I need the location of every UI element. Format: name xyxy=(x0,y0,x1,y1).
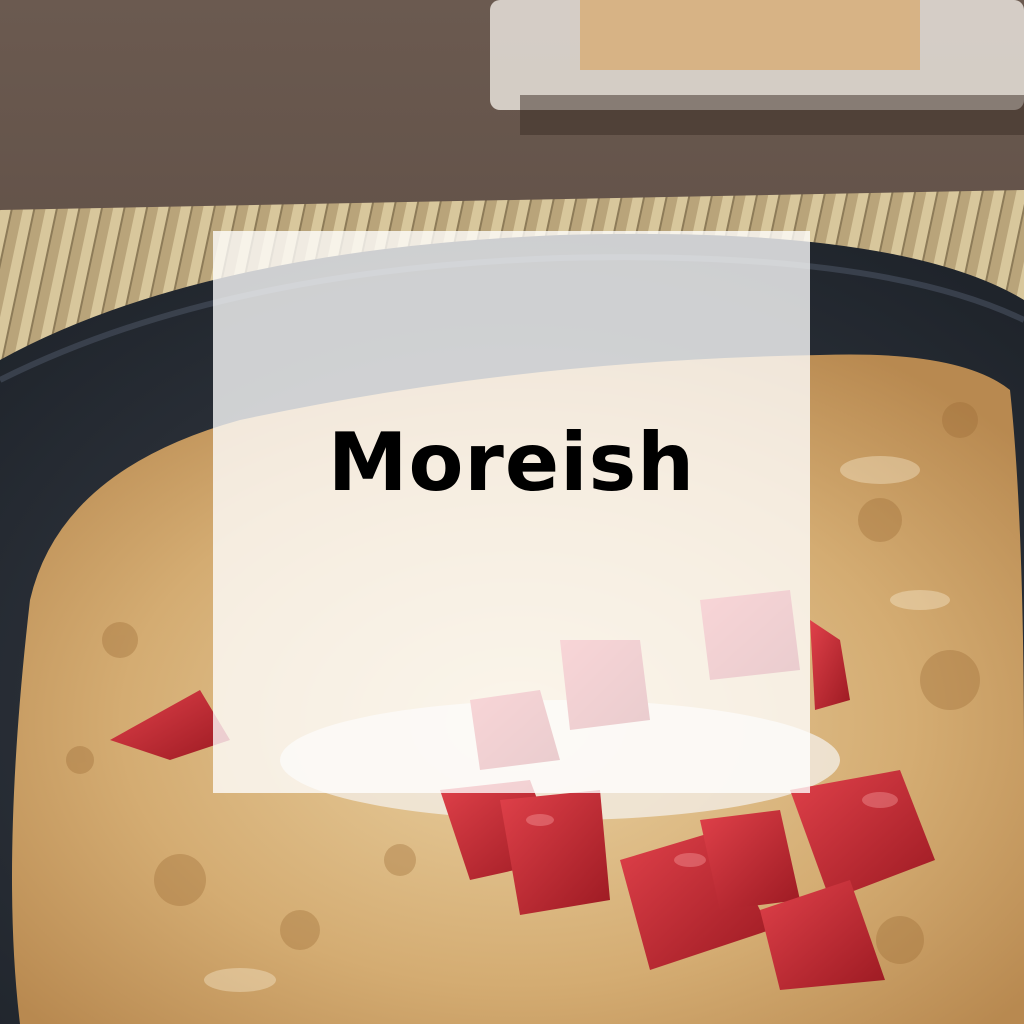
headline: Moreish xyxy=(327,415,696,509)
text-overlay-card: Moreish xyxy=(213,231,810,793)
image-stage: Moreish xyxy=(0,0,1024,1024)
